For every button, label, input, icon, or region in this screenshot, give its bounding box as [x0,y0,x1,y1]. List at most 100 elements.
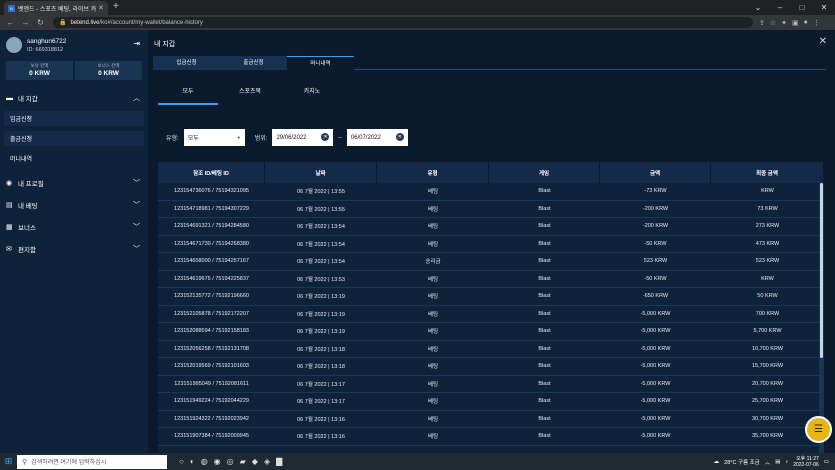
page-title: 내 지갑 [154,41,176,48]
subtab-all[interactable]: 모두 [158,82,218,105]
table-cell: 123151949224 / 75192044229 [174,398,249,405]
balance-bonus: 보너스 잔액 0 KRW [75,61,142,80]
browser-tab[interactable]: B 벳엔드 - 스포츠 베팅, 라이브 카 ✕ [4,1,108,15]
table-cell: Blast [538,433,551,440]
date-from-input[interactable]: 29/06/2022 ✕ [272,129,334,146]
tab-withdraw[interactable]: 출금신청 [220,56,287,70]
taskbar-clock[interactable]: 오후 11:27 2022-07-06 [793,456,819,468]
minimize-icon[interactable]: – [769,0,791,15]
clear-icon[interactable]: ✕ [395,133,404,141]
chat-support-button[interactable]: ☰ [805,416,832,443]
subtab-casino[interactable]: 카지노 [282,82,342,105]
lock-icon: 🔒 [59,20,67,26]
table-cell: Blast [538,310,551,317]
table-scrollbar[interactable] [819,183,824,453]
scrollbar-thumb[interactable] [820,183,823,358]
table-cell: 베팅 [427,416,439,423]
clear-icon[interactable]: ✕ [321,133,330,141]
table-cell: 06 7월 2022 | 13:18 [297,346,345,353]
caret-down-icon: ▼ [236,135,241,140]
edge-icon[interactable]: ◐ [190,457,195,466]
app-icon[interactable]: ◈ [264,457,270,466]
back-arrow-icon[interactable]: ← [6,18,15,27]
tab-deposit[interactable]: 입금신청 [153,56,220,70]
table-cell: -5,000 KRW [640,433,671,440]
table-cell: 123154691321 / 75194284580 [174,223,249,230]
sidebar-item-wallet[interactable]: ▬ 내 지갑 ︿ [0,89,148,107]
subtab-sportsbook[interactable]: 스포츠북 [220,82,280,105]
volume-icon[interactable]: ♪ [785,459,788,465]
taskbar-search[interactable]: ⚲ 검색하려면 여기에 입력하십시 [17,454,167,469]
type-select-value: 모두 [187,136,199,142]
balance-label: 보유 잔액 [30,63,49,68]
tray-chevron-icon[interactable]: ︿ [765,458,771,466]
chrome-icon[interactable]: ◉ [214,457,221,466]
table-cell: Blast [538,188,551,195]
weather-text[interactable]: 28°C 구름 조금 [724,458,760,466]
close-tab-icon[interactable]: ✕ [98,4,104,12]
maximize-icon[interactable]: □ [791,0,813,15]
forward-arrow-icon[interactable]: → [21,18,30,27]
table-cell: -200 KRW [642,223,669,230]
app-icon[interactable]: ◎ [227,457,234,466]
table-cell: 베팅 [427,311,439,318]
table-cell: -5,000 KRW [640,380,671,387]
sidebar-item-bonus[interactable]: ▦ 보너스 ﹀ [0,218,148,236]
star-icon[interactable]: ☆ [770,19,776,27]
table-cell: Blast [538,415,551,422]
table-cell: KRW [761,275,774,282]
logout-icon[interactable]: ⇥ [133,39,140,48]
table-row: 123154736076 / 75194321095 06 7월 2022 | 1… [158,183,824,201]
close-window-icon[interactable]: ✕ [813,0,835,15]
weather-icon: ☁ [713,458,720,465]
sidebar-item-my-bets[interactable]: ▤ 내 베팅 ﹀ [0,196,148,214]
windows-start-icon[interactable]: ⊞ [0,456,17,467]
filter-bar: 유형: 모두 ▼ 범위: 29/06/2022 ✕ – 06/07/2022 ✕ [166,129,408,146]
more-menu-icon[interactable]: ⋮ [813,19,820,27]
notification-icon[interactable]: ▭ [824,459,829,465]
table-cell: Blast [538,275,551,282]
browser-address-bar: ← → ↻ 🔒 betend.live /ko#/account/my-wall… [0,15,835,30]
table-cell: 73 KRW [757,205,778,212]
document-icon: ▤ [6,201,13,209]
table-row: 123154718981 / 75194307229 06 7월 2022 | 1… [158,201,824,218]
folder-icon[interactable]: ▰ [240,457,246,466]
date-to-input[interactable]: 06/07/2022 ✕ [346,129,408,146]
url-field[interactable]: 🔒 betend.live /ko#/account/my-wallet/bal… [53,17,753,28]
column-header: 최종 금액 [711,162,824,183]
balance-label: 보너스 잔액 [97,63,120,68]
table-cell: -5,000 KRW [640,363,671,370]
balance-panel: 보유 잔액 0 KRW 보너스 잔액 0 KRW [6,61,142,80]
history-table: 참조 ID/베팅 ID 날짜 유형 게임 금액 최종 금액 1231547360… [158,162,824,453]
reload-icon[interactable]: ↻ [36,18,45,27]
table-row: 123152088594 / 75192158183 06 7월 2022 | 1… [158,323,824,341]
chevron-down-icon[interactable]: ⌄ [747,0,769,15]
sidepanel-icon[interactable]: ▣ [792,19,799,27]
table-cell: 베팅 [427,399,439,406]
app-icon[interactable]: ◍ [201,457,208,466]
extensions-icon[interactable]: ✦ [781,19,787,27]
top-tabs: 입금신청 출금신청 머니내역 [153,56,826,70]
new-tab-button[interactable]: + [113,1,119,12]
sidebar-item-withdraw[interactable]: 출금신청 [4,131,144,146]
network-icon[interactable]: ▤ [775,459,780,465]
tab-money-history[interactable]: 머니내역 [287,56,354,70]
share-icon[interactable]: ⇪ [759,19,765,27]
type-select[interactable]: 모두 ▼ [183,129,245,146]
sidebar-item-money-history[interactable]: 머니내역 [4,151,144,166]
profile-icon[interactable]: ● [804,19,808,27]
close-icon[interactable]: ✕ [819,36,827,47]
app-icon[interactable]: ◆ [252,457,258,466]
kakaotalk-icon[interactable]: ▇ [276,457,282,466]
table-row: 123154619675 / 75194225837 06 7월 2022 | 1… [158,271,824,288]
sidebar-item-deposit[interactable]: 입금신청 [4,111,144,126]
sidebar-item-inbox[interactable]: ✉ 편지함 ﹀ [0,240,148,258]
task-view-icon[interactable]: ○ [179,457,184,466]
table-cell: 123154658000 / 75194257167 [174,258,249,265]
table-cell: Blast [538,240,551,247]
table-cell: -73 KRW [644,188,667,195]
browser-tab-bar: B 벳엔드 - 스포츠 베팅, 라이브 카 ✕ + ⌄ – □ ✕ [0,0,835,15]
clock-date: 2022-07-06 [793,461,819,468]
sidebar-item-profile[interactable]: ◉ 내 프로필 ﹀ [0,174,148,192]
table-cell: 베팅 [427,224,439,231]
